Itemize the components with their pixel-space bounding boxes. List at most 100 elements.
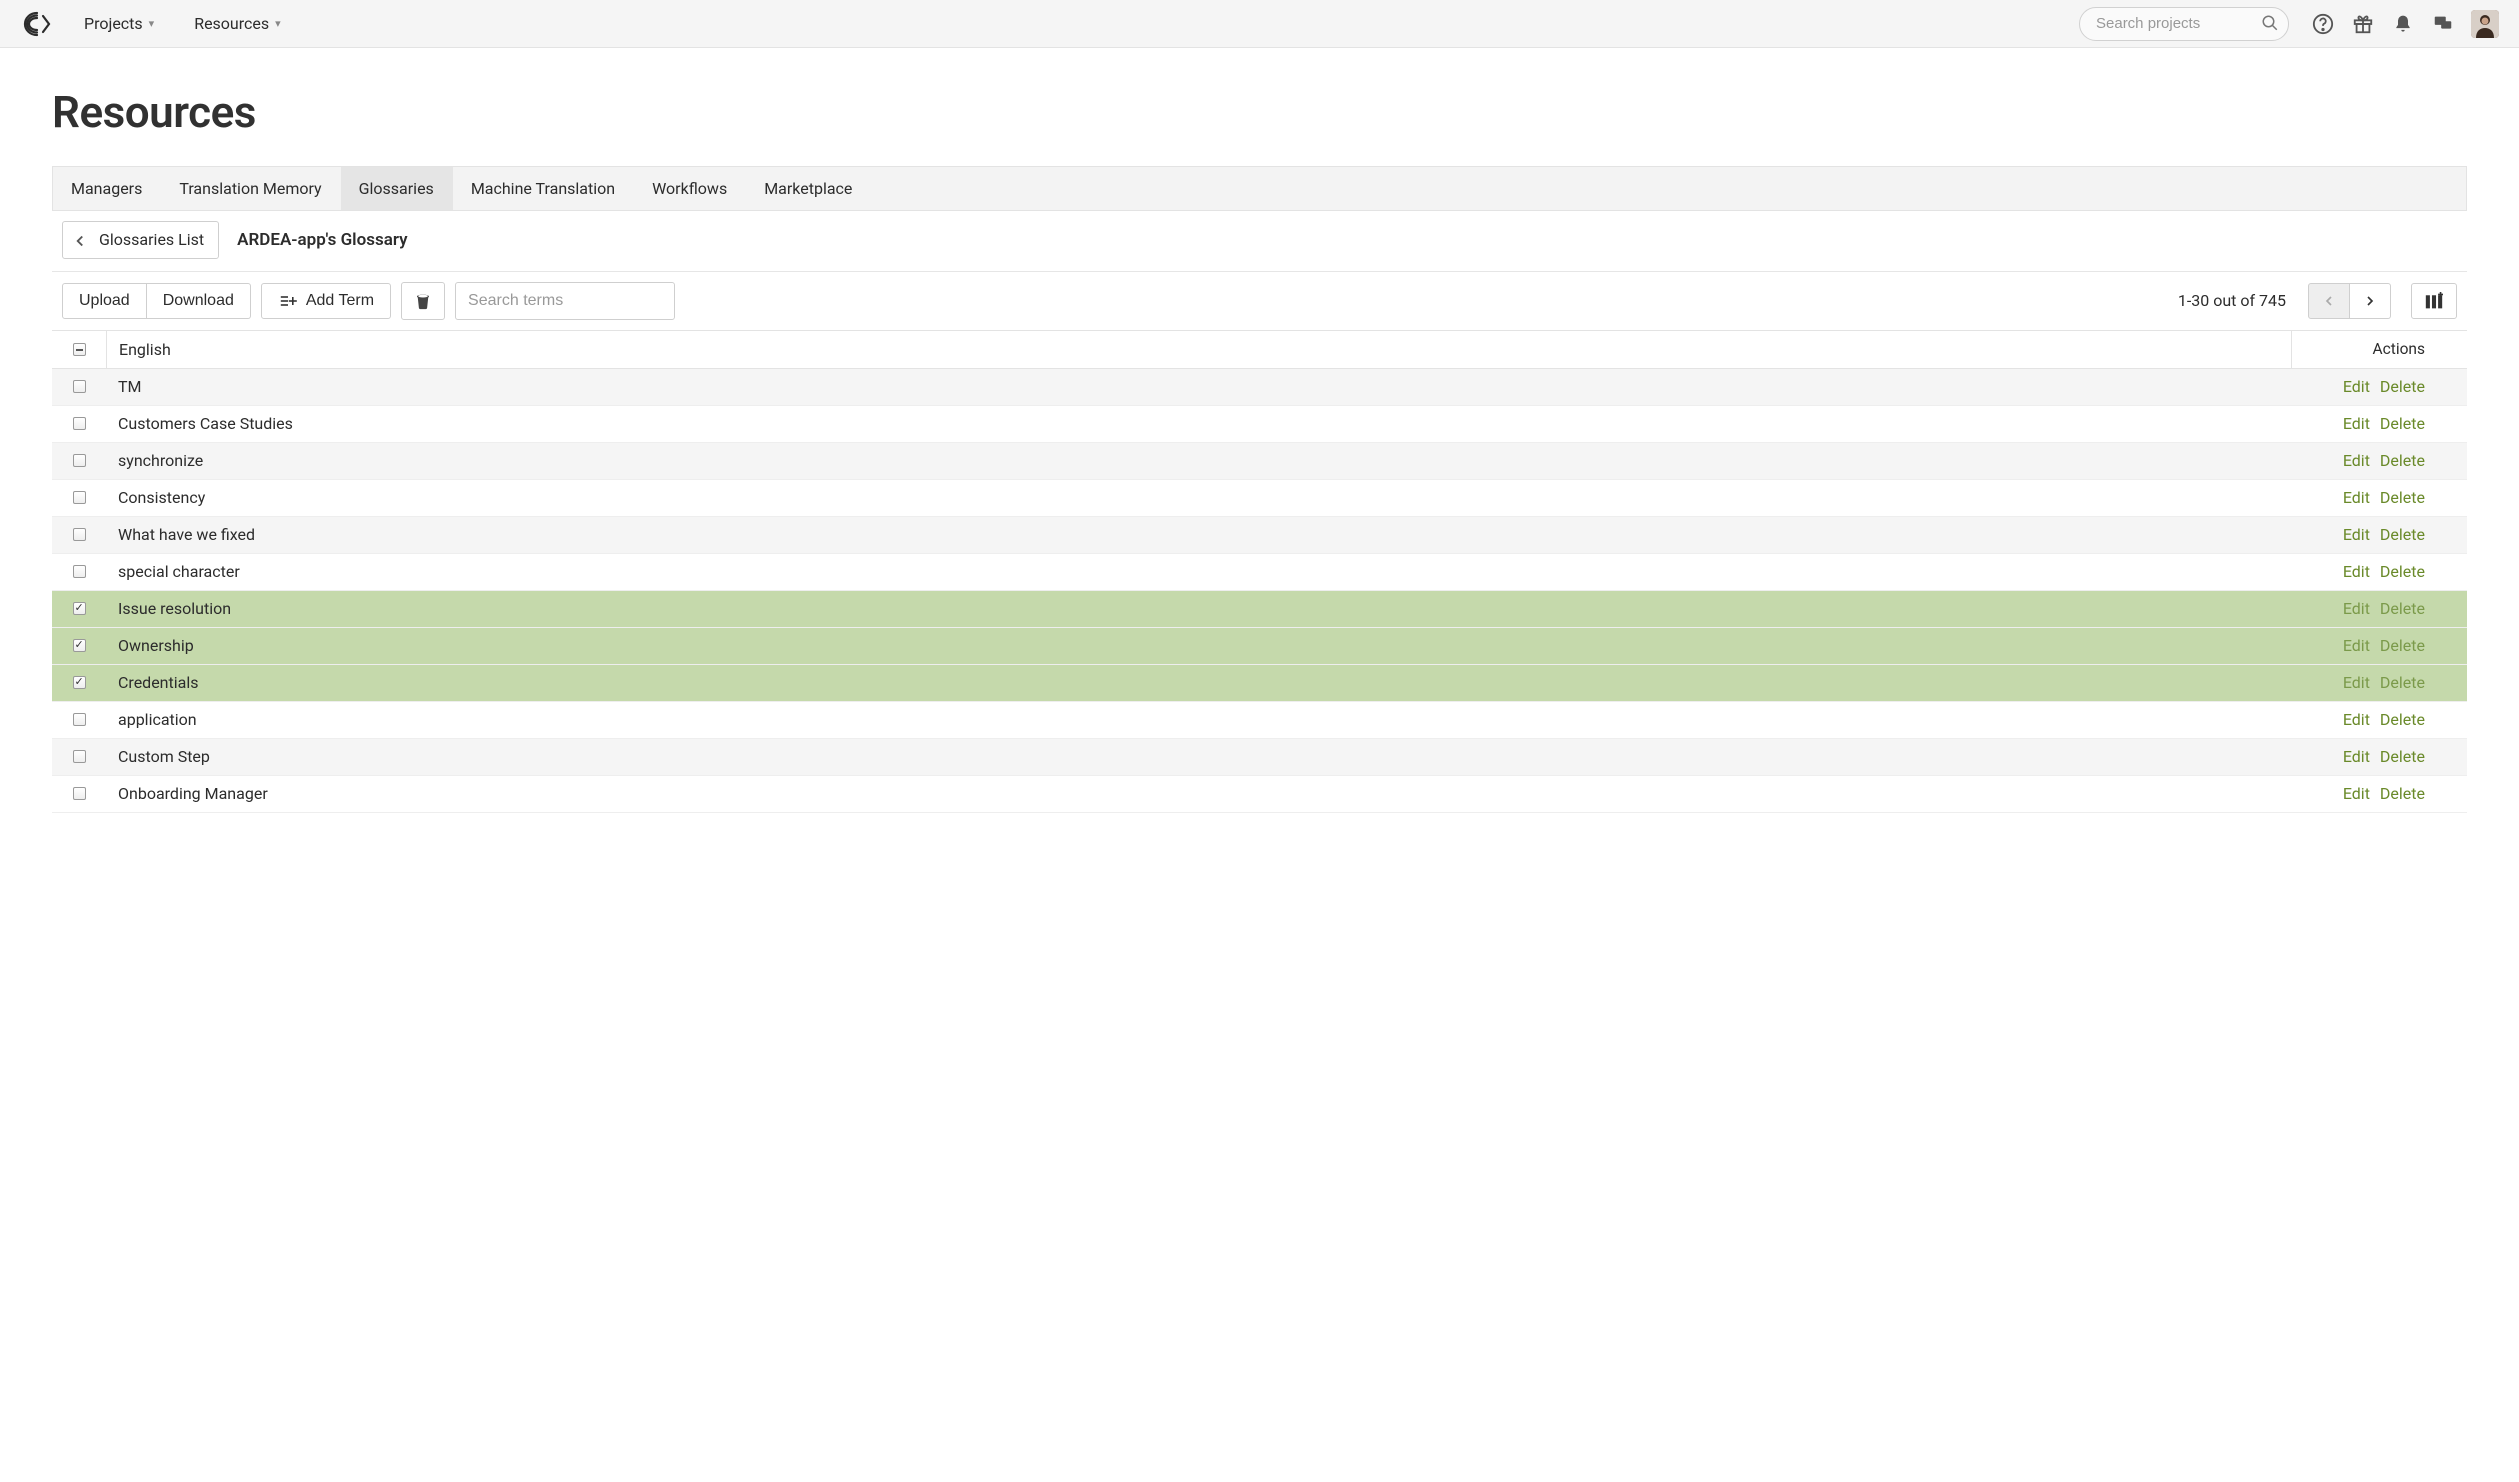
actions-cell: Edit Delete xyxy=(2291,377,2467,396)
nav-resources-label: Resources xyxy=(194,14,269,33)
table-row: application Edit Delete xyxy=(52,702,2467,739)
delete-link[interactable]: Delete xyxy=(2380,784,2425,803)
delete-link[interactable]: Delete xyxy=(2380,377,2425,396)
download-button[interactable]: Download xyxy=(147,283,251,319)
row-checkbox[interactable] xyxy=(73,491,86,504)
column-header-english[interactable]: English xyxy=(106,331,2291,368)
row-checkbox[interactable] xyxy=(73,565,86,578)
row-checkbox[interactable] xyxy=(73,528,86,541)
table-row: Credentials Edit Delete xyxy=(52,665,2467,702)
term-cell: Onboarding Manager xyxy=(106,784,2291,803)
project-search-input[interactable] xyxy=(2079,7,2289,41)
tab-managers[interactable]: Managers xyxy=(53,167,161,210)
columns-icon xyxy=(2424,292,2444,310)
delete-link[interactable]: Delete xyxy=(2380,636,2425,655)
tab-marketplace[interactable]: Marketplace xyxy=(746,167,871,210)
trash-button[interactable] xyxy=(401,282,445,320)
tab-machine-translation[interactable]: Machine Translation xyxy=(453,167,634,210)
pager-group xyxy=(2308,283,2391,319)
trash-icon xyxy=(414,291,432,311)
row-checkbox[interactable] xyxy=(73,750,86,763)
topbar: Projects ▾ Resources ▾ xyxy=(0,0,2519,48)
delete-link[interactable]: Delete xyxy=(2380,414,2425,433)
delete-link[interactable]: Delete xyxy=(2380,673,2425,692)
term-cell: application xyxy=(106,710,2291,729)
row-checkbox[interactable] xyxy=(73,417,86,430)
delete-link[interactable]: Delete xyxy=(2380,747,2425,766)
app-logo[interactable] xyxy=(20,9,56,39)
edit-link[interactable]: Edit xyxy=(2343,414,2370,433)
actions-cell: Edit Delete xyxy=(2291,636,2467,655)
caret-down-icon: ▾ xyxy=(275,17,281,30)
toolbar: Upload Download Add Term 1-30 out of 745 xyxy=(52,272,2467,330)
row-check-cell xyxy=(52,750,106,763)
add-term-button[interactable]: Add Term xyxy=(261,283,391,319)
edit-link[interactable]: Edit xyxy=(2343,488,2370,507)
prev-page-button[interactable] xyxy=(2308,283,2350,319)
back-to-glossaries-button[interactable]: Glossaries List xyxy=(62,221,219,259)
breadcrumb: Glossaries List ARDEA-app's Glossary xyxy=(52,211,2467,272)
row-check-cell xyxy=(52,713,106,726)
term-search-input[interactable] xyxy=(455,282,675,320)
row-checkbox[interactable] xyxy=(73,380,86,393)
select-all-checkbox[interactable] xyxy=(73,343,86,356)
tab-glossaries[interactable]: Glossaries xyxy=(341,167,453,210)
table-header: English Actions xyxy=(52,331,2467,369)
upload-button[interactable]: Upload xyxy=(62,283,147,319)
delete-link[interactable]: Delete xyxy=(2380,562,2425,581)
tab-translation-memory[interactable]: Translation Memory xyxy=(161,167,340,210)
edit-link[interactable]: Edit xyxy=(2343,784,2370,803)
column-header-actions: Actions xyxy=(2291,331,2467,368)
row-checkbox[interactable] xyxy=(73,639,86,652)
row-checkbox[interactable] xyxy=(73,713,86,726)
row-check-cell xyxy=(52,602,106,615)
edit-link[interactable]: Edit xyxy=(2343,599,2370,618)
upload-download-group: Upload Download xyxy=(62,283,251,319)
actions-cell: Edit Delete xyxy=(2291,599,2467,618)
row-checkbox[interactable] xyxy=(73,602,86,615)
table-row: Onboarding Manager Edit Delete xyxy=(52,776,2467,813)
table-row: Consistency Edit Delete xyxy=(52,480,2467,517)
edit-link[interactable]: Edit xyxy=(2343,747,2370,766)
row-checkbox[interactable] xyxy=(73,676,86,689)
help-icon[interactable] xyxy=(2303,13,2343,35)
gift-icon[interactable] xyxy=(2343,13,2383,35)
search-icon[interactable] xyxy=(2261,14,2279,33)
term-cell: Issue resolution xyxy=(106,599,2291,618)
nav-resources[interactable]: Resources ▾ xyxy=(194,14,280,33)
delete-link[interactable]: Delete xyxy=(2380,710,2425,729)
term-cell: Credentials xyxy=(106,673,2291,692)
row-check-cell xyxy=(52,491,106,504)
edit-link[interactable]: Edit xyxy=(2343,525,2370,544)
edit-link[interactable]: Edit xyxy=(2343,636,2370,655)
nav-projects[interactable]: Projects ▾ xyxy=(84,14,154,33)
row-check-cell xyxy=(52,528,106,541)
row-check-cell xyxy=(52,565,106,578)
row-checkbox[interactable] xyxy=(73,454,86,467)
nav-projects-label: Projects xyxy=(84,14,143,33)
table-row: special characterEditDelete xyxy=(52,554,2467,591)
tab-workflows[interactable]: Workflows xyxy=(634,167,746,210)
delete-link[interactable]: Delete xyxy=(2380,599,2425,618)
term-cell: Consistency xyxy=(106,488,2291,507)
edit-link[interactable]: Edit xyxy=(2343,377,2370,396)
row-checkbox[interactable] xyxy=(73,787,86,800)
table-row: synchronizeEditDelete xyxy=(52,443,2467,480)
edit-link[interactable]: Edit xyxy=(2343,673,2370,692)
chat-icon[interactable] xyxy=(2423,13,2463,35)
edit-link[interactable]: Edit xyxy=(2343,562,2370,581)
next-page-button[interactable] xyxy=(2350,283,2391,319)
page: Resources ManagersTranslation MemoryGlos… xyxy=(0,48,2519,813)
actions-cell: Edit Delete xyxy=(2291,414,2467,433)
delete-link[interactable]: Delete xyxy=(2380,525,2425,544)
actions-cell: Edit Delete xyxy=(2291,488,2467,507)
edit-link[interactable]: Edit xyxy=(2343,710,2370,729)
avatar[interactable] xyxy=(2471,10,2499,38)
columns-button[interactable] xyxy=(2411,283,2457,319)
delete-link[interactable]: Delete xyxy=(2380,451,2425,470)
delete-link[interactable]: Delete xyxy=(2380,488,2425,507)
bell-icon[interactable] xyxy=(2383,14,2423,34)
edit-link[interactable]: Edit xyxy=(2343,451,2370,470)
add-term-icon xyxy=(278,292,298,310)
term-cell: Custom Step xyxy=(106,747,2291,766)
